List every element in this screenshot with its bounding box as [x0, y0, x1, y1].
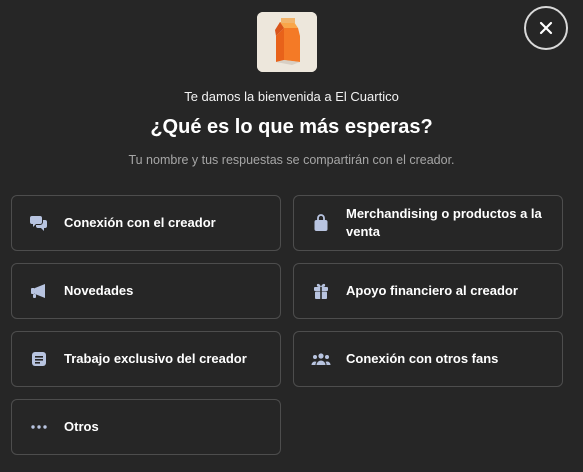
- option-label: Conexión con otros fans: [346, 351, 499, 366]
- option-label: Trabajo exclusivo del creador: [64, 351, 247, 366]
- close-icon: [539, 21, 553, 35]
- document-icon: [29, 349, 49, 369]
- gift-icon: [311, 281, 331, 301]
- ellipsis-icon: [29, 417, 49, 437]
- option-label: Otros: [64, 419, 99, 434]
- welcome-modal: Te damos la bienvenida a El Cuartico ¿Qu…: [0, 0, 583, 472]
- option-conexion-creador[interactable]: Conexión con el creador: [11, 195, 281, 251]
- option-label: Merchandising o productos a la venta: [346, 206, 542, 239]
- shopping-bag-icon: [311, 213, 331, 233]
- option-merchandising[interactable]: Merchandising o productos a la venta: [293, 195, 563, 251]
- subtitle-text: Tu nombre y tus respuestas se compartirá…: [128, 153, 455, 167]
- option-apoyo-financiero[interactable]: Apoyo financiero al creador: [293, 263, 563, 319]
- option-label: Apoyo financiero al creador: [346, 283, 518, 298]
- page-title: ¿Qué es lo que más esperas?: [150, 116, 433, 138]
- option-conexion-fans[interactable]: Conexión con otros fans: [293, 331, 563, 387]
- option-trabajo-exclusivo[interactable]: Trabajo exclusivo del creador: [11, 331, 281, 387]
- option-otros[interactable]: Otros: [11, 399, 281, 455]
- option-label: Conexión con el creador: [64, 215, 216, 230]
- chat-bubbles-icon: [29, 213, 49, 233]
- option-novedades[interactable]: Novedades: [11, 263, 281, 319]
- welcome-text: Te damos la bienvenida a El Cuartico: [184, 89, 399, 104]
- close-button[interactable]: [524, 6, 568, 50]
- megaphone-icon: [29, 281, 49, 301]
- option-label: Novedades: [64, 283, 134, 298]
- milk-carton-logo-icon: [257, 12, 317, 72]
- people-icon: [311, 349, 331, 369]
